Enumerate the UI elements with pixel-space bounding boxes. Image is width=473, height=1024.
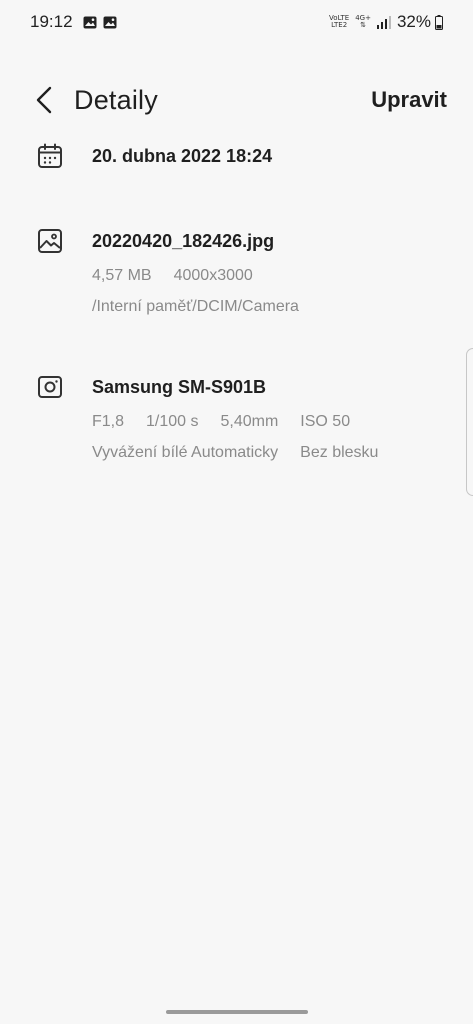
aperture: F1,8 — [92, 413, 125, 430]
edit-button[interactable]: Upravit — [371, 87, 447, 113]
data-arrows-icon: ⇅ — [360, 21, 367, 29]
status-right: VoLTE LTE2 4G+ ⇅ 32% — [329, 12, 443, 32]
edge-panel-handle[interactable] — [466, 348, 473, 496]
back-button[interactable] — [28, 84, 60, 116]
file-resolution: 4000x3000 — [173, 267, 253, 284]
flash-status: Bez blesku — [300, 444, 379, 461]
status-left: 19:12 — [30, 12, 123, 32]
file-section: 20220420_182426.jpg 4,57 MB 4000x3000 /I… — [0, 225, 473, 325]
calendar-icon — [38, 143, 62, 168]
camera-icon — [38, 376, 62, 398]
image-icon — [38, 229, 62, 253]
shutter-speed: 1/100 s — [146, 413, 199, 430]
exposure-row: F1,8 1/100 s 5,40mm ISO 50 — [92, 413, 372, 431]
network-type-indicator: 4G+ ⇅ — [355, 15, 371, 29]
camera-model: Samsung SM-S901B — [92, 377, 267, 397]
signal-icon — [376, 15, 391, 29]
battery-icon — [435, 14, 443, 30]
date-value: 20. dubna 2022 18:24 — [92, 146, 273, 166]
gallery-icon — [103, 16, 117, 28]
white-balance: Vyvážení bílé Automaticky — [92, 444, 279, 461]
file-path: /Interní paměť/DCIM/Camera — [92, 298, 299, 315]
page-title: Detaily — [74, 85, 158, 115]
camera-section: Samsung SM-S901B F1,8 1/100 s 5,40mm ISO… — [0, 371, 473, 471]
iso: ISO 50 — [300, 413, 351, 430]
volte-indicator: VoLTE LTE2 — [329, 15, 349, 29]
file-size: 4,57 MB — [92, 267, 152, 284]
file-size-row: 4,57 MB 4000x3000 — [92, 267, 275, 285]
date-section: 20. dubna 2022 18:24 — [0, 140, 473, 180]
file-name: 20220420_182426.jpg — [92, 231, 275, 251]
lte-label: LTE2 — [331, 21, 348, 29]
battery-percent: 32% — [396, 12, 431, 31]
gallery-icon — [83, 16, 97, 28]
status-time: 19:12 — [30, 12, 73, 31]
file-path-row: /Interní paměť/DCIM/Camera — [92, 298, 321, 316]
home-gesture-bar[interactable] — [166, 1010, 308, 1014]
settings-row: Vyvážení bílé Automaticky Bez blesku — [92, 444, 400, 462]
status-bar: 19:12 VoLTE LTE2 4G+ ⇅ 32% — [0, 0, 473, 44]
app-header: Detaily Upravit — [0, 70, 473, 130]
focal-length: 5,40mm — [220, 413, 279, 430]
chevron-left-icon — [36, 86, 52, 114]
